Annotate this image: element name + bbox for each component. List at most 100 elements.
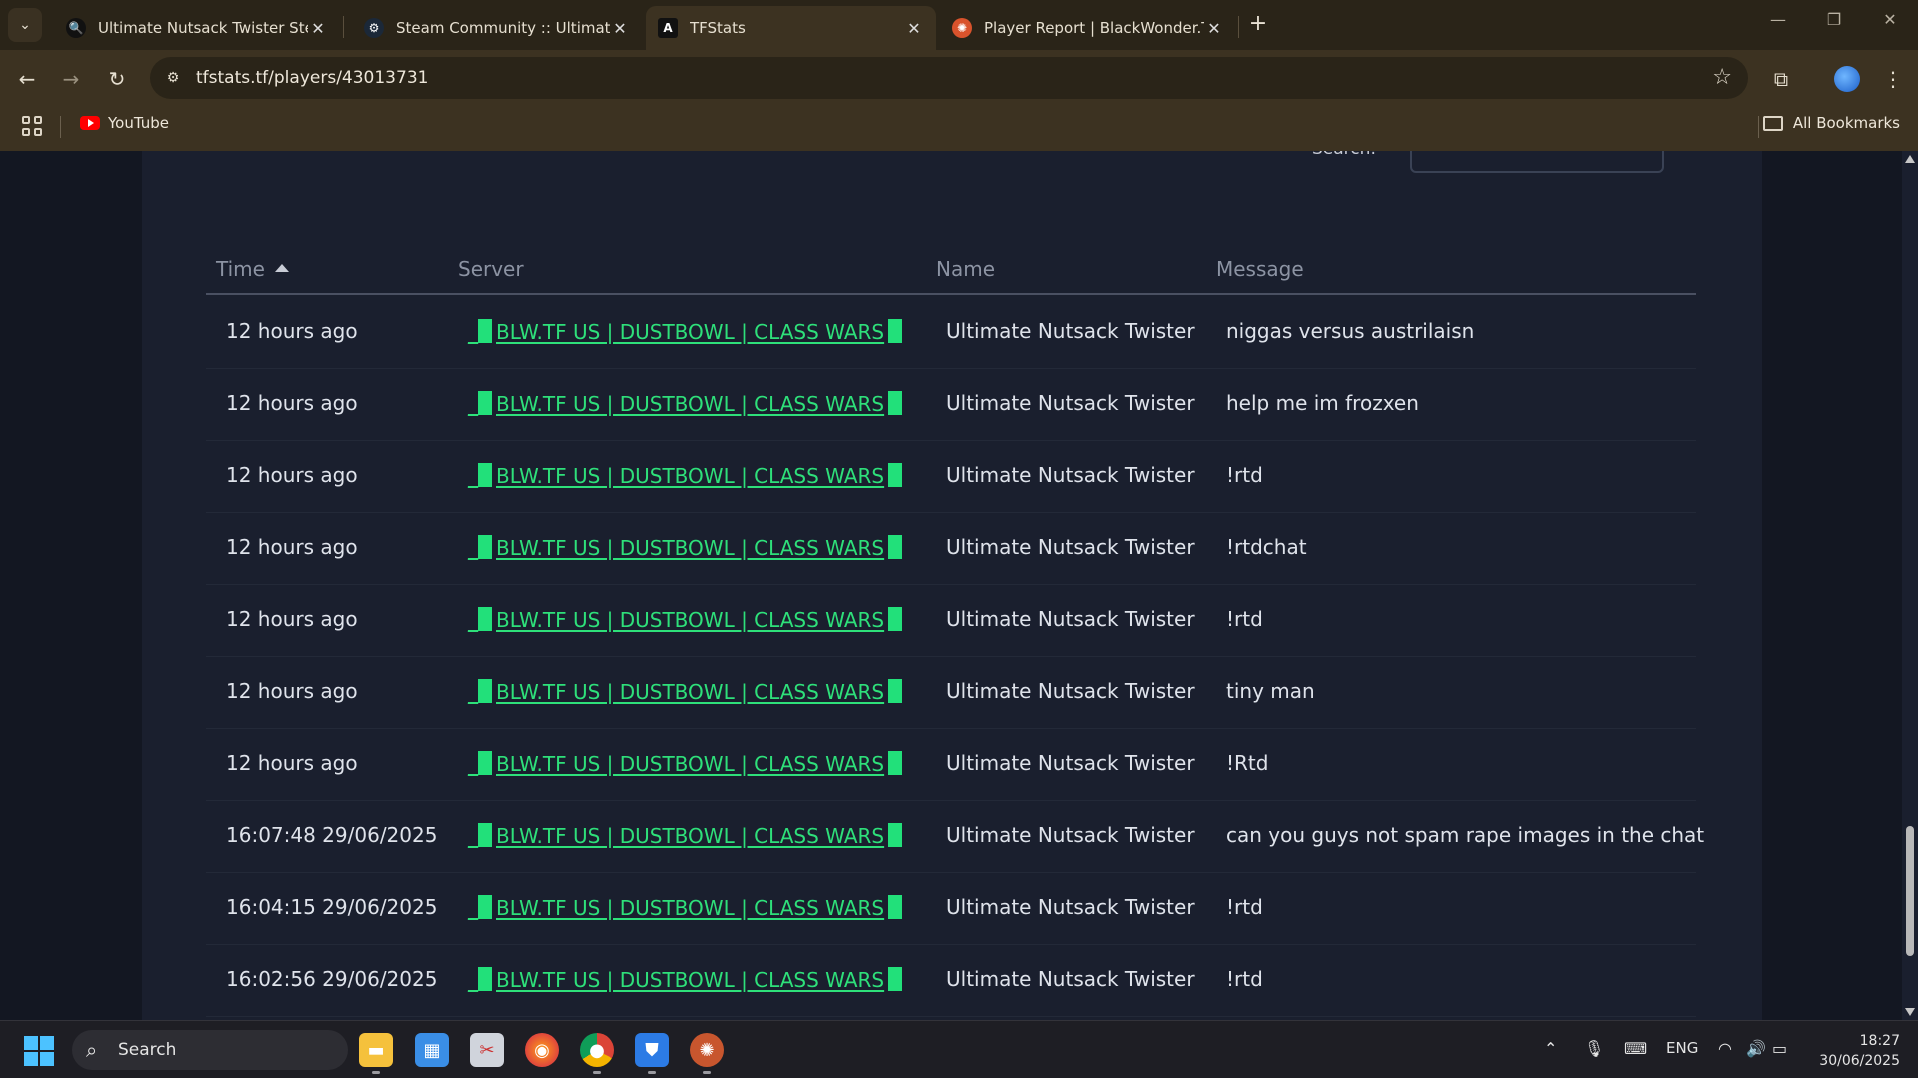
address-bar[interactable]: ⚙ tfstats.tf/players/43013731 ☆ — [150, 57, 1748, 99]
column-header-message[interactable]: Message — [1216, 257, 1304, 281]
cell-time: 12 hours ago — [226, 607, 358, 631]
server-flag-block — [478, 967, 492, 991]
table-row: 16:04:15 29/06/2025 _ BLW.TF US | DUSTBOWL… — [206, 873, 1696, 945]
cell-name: Ultimate Nutsack Twister — [946, 391, 1195, 415]
cell-server-link[interactable]: _ BLW.TF US | DUSTBOWL | CLASS WARS — [468, 679, 903, 704]
wifi-icon[interactable]: ◠ — [1718, 1039, 1732, 1058]
bookmark-youtube[interactable]: YouTube — [80, 114, 169, 132]
cell-server-link[interactable]: _ BLW.TF US | DUSTBOWL | CLASS WARS — [468, 319, 903, 344]
url-text[interactable]: tfstats.tf/players/43013731 — [196, 68, 428, 88]
cell-server-link[interactable]: _ BLW.TF US | DUSTBOWL | CLASS WARS — [468, 607, 903, 632]
scroll-up-arrow-icon[interactable] — [1905, 155, 1915, 163]
server-flag-block — [888, 607, 903, 631]
cell-server-link[interactable]: _ BLW.TF US | DUSTBOWL | CLASS WARS — [468, 391, 903, 416]
profile-avatar[interactable] — [1834, 66, 1860, 92]
new-tab-button[interactable]: + — [1246, 12, 1270, 36]
site-info-icon[interactable]: ⚙ — [162, 67, 184, 89]
apps-grid-icon[interactable] — [22, 116, 44, 138]
cell-time: 12 hours ago — [226, 463, 358, 487]
cell-server-link[interactable]: _ BLW.TF US | DUSTBOWL | CLASS WARS — [468, 823, 903, 848]
chrome-icon[interactable]: ● — [580, 1033, 614, 1067]
restore-button[interactable]: ❐ — [1814, 10, 1854, 29]
table-row: 12 hours ago _ BLW.TF US | DUSTBOWL | CLAS… — [206, 729, 1696, 801]
volume-icon[interactable]: 🔊 — [1746, 1039, 1766, 1058]
battery-icon[interactable]: ▭ — [1772, 1039, 1787, 1058]
chevron-down-icon: ⌄ — [19, 17, 31, 33]
cell-time: 12 hours ago — [226, 391, 358, 415]
server-flag-block — [478, 535, 492, 559]
server-flag-block — [478, 463, 492, 487]
table-row: 12 hours ago _ BLW.TF US | DUSTBOWL | CLAS… — [206, 585, 1696, 657]
column-header-server[interactable]: Server — [458, 257, 524, 281]
server-flag-block — [888, 391, 903, 415]
reload-button[interactable]: ↻ — [102, 64, 132, 94]
tab-steam-search[interactable]: 🔍 Ultimate Nutsack Twister Steam ✕ — [54, 6, 340, 50]
column-header-name[interactable]: Name — [936, 257, 995, 281]
microphone-icon[interactable]: 🎙 — [1584, 1039, 1604, 1058]
snipping-tool-icon[interactable]: ✂ — [470, 1033, 504, 1067]
scroll-down-arrow-icon[interactable] — [1905, 1008, 1915, 1016]
close-icon[interactable]: ✕ — [904, 19, 924, 38]
cell-time: 16:02:56 29/06/2025 — [226, 967, 438, 991]
menu-kebab-icon[interactable]: ⋮ — [1878, 64, 1908, 94]
folder-icon — [1762, 115, 1783, 131]
bookmarks-bar — [0, 108, 1918, 151]
cell-server-link[interactable]: _ BLW.TF US | DUSTBOWL | CLASS WARS — [468, 895, 903, 920]
system-clock[interactable]: 18:27 30/06/2025 — [1819, 1031, 1900, 1071]
scrollbar-thumb[interactable] — [1906, 826, 1914, 956]
table-search-input[interactable] — [1410, 151, 1664, 173]
tab-divider — [1238, 16, 1239, 38]
server-flag-block — [888, 751, 903, 775]
tf2-favicon-icon: ✺ — [952, 18, 972, 38]
server-flag-block — [478, 607, 492, 631]
tab-search-button[interactable]: ⌄ — [8, 8, 42, 42]
cell-name: Ultimate Nutsack Twister — [946, 535, 1195, 559]
cell-message: !rtdchat — [1226, 535, 1307, 559]
page-scrollbar[interactable] — [1902, 151, 1918, 1020]
back-button[interactable]: ← — [12, 64, 42, 94]
start-button[interactable] — [24, 1036, 54, 1066]
file-explorer-icon[interactable]: ▬ — [359, 1033, 393, 1067]
server-flag-block — [478, 751, 492, 775]
column-header-time[interactable]: Time — [216, 257, 289, 281]
close-icon[interactable]: ✕ — [308, 19, 328, 38]
tab-steam-community[interactable]: ⚙ Steam Community :: Ultimate N ✕ — [352, 6, 642, 50]
taskbar-search[interactable]: ⌕ Search — [72, 1030, 348, 1070]
close-icon[interactable]: ✕ — [610, 19, 630, 38]
close-window-button[interactable]: ✕ — [1870, 10, 1910, 29]
firefox-icon[interactable]: ◉ — [525, 1033, 559, 1067]
cell-server-link[interactable]: _ BLW.TF US | DUSTBOWL | CLASS WARS — [468, 463, 903, 488]
cell-name: Ultimate Nutsack Twister — [946, 967, 1195, 991]
close-icon[interactable]: ✕ — [1204, 19, 1224, 38]
keyboard-icon[interactable]: ⌨ — [1624, 1039, 1647, 1058]
server-flag-block — [888, 967, 903, 991]
cell-time: 12 hours ago — [226, 535, 358, 559]
tf2-icon[interactable]: ✺ — [690, 1033, 724, 1067]
page-viewport: Search: Time Server Name Message 12 hour… — [0, 151, 1902, 1020]
search-icon: ⌕ — [86, 1038, 98, 1062]
minimize-button[interactable]: — — [1758, 10, 1798, 29]
forward-button[interactable]: → — [56, 64, 86, 94]
cell-name: Ultimate Nutsack Twister — [946, 895, 1195, 919]
server-flag-block — [478, 679, 492, 703]
bookmark-star-icon[interactable]: ☆ — [1712, 65, 1732, 90]
extensions-icon[interactable]: ⧉ — [1766, 64, 1796, 94]
cell-name: Ultimate Nutsack Twister — [946, 823, 1195, 847]
reload-icon: ↻ — [108, 67, 126, 91]
cell-server-link[interactable]: _ BLW.TF US | DUSTBOWL | CLASS WARS — [468, 967, 903, 992]
browser-toolbar: ← → ↻ ⚙ tfstats.tf/players/43013731 ☆ ⧉ … — [0, 50, 1918, 108]
control-panel-icon[interactable]: ▦ — [415, 1033, 449, 1067]
table-header: Time Server Name Message — [206, 243, 1696, 295]
tab-tfstats[interactable]: A TFStats ✕ — [646, 6, 936, 50]
language-indicator[interactable]: ENG — [1666, 1039, 1698, 1057]
tab-player-report[interactable]: ✺ Player Report | BlackWonder.TF ✕ — [940, 6, 1236, 50]
store-icon[interactable]: ⛊ — [635, 1033, 669, 1067]
tray-overflow-chevron-icon[interactable]: ⌃ — [1544, 1039, 1557, 1058]
table-row: 16:02:56 29/06/2025 _ BLW.TF US | DUSTBOWL… — [206, 945, 1696, 1017]
cell-server-link[interactable]: _ BLW.TF US | DUSTBOWL | CLASS WARS — [468, 535, 903, 560]
cell-server-link[interactable]: _ BLW.TF US | DUSTBOWL | CLASS WARS — [468, 751, 903, 776]
all-bookmarks-button[interactable]: All Bookmarks — [1762, 114, 1900, 132]
arrow-left-icon: ← — [18, 67, 36, 91]
running-indicator — [703, 1071, 711, 1074]
table-row: 12 hours ago _ BLW.TF US | DUSTBOWL | CLAS… — [206, 369, 1696, 441]
